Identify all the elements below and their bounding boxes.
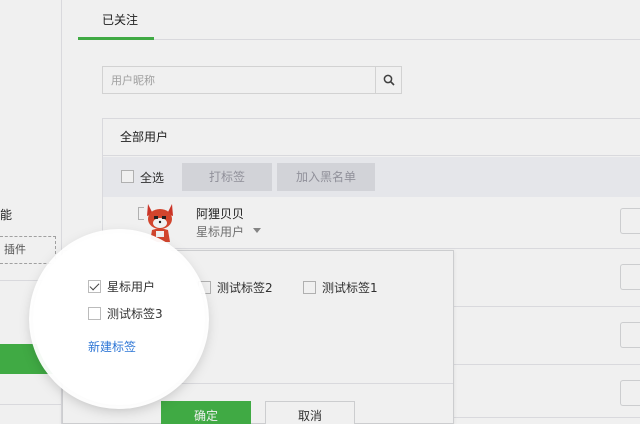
tag-option[interactable]: 测试标签3 [88,305,163,322]
tag-option-label: 星标用户 [107,280,156,294]
tag-option-checkbox[interactable] [88,307,101,320]
tag-option-label: 测试标签3 [107,307,163,321]
app-stage: 能 插件 已关注 全部用户 全选 打标签 加入黑名单 阿狸贝贝 星标用 [0,0,640,424]
new-tag-link[interactable]: 新建标签 [88,338,136,355]
tag-option-starred[interactable]: 星标用户 [88,278,155,295]
tag-option-checkbox-checked[interactable] [88,280,101,293]
zoom-lens: 星标用户 测试标签3 新建标签 [33,233,205,405]
